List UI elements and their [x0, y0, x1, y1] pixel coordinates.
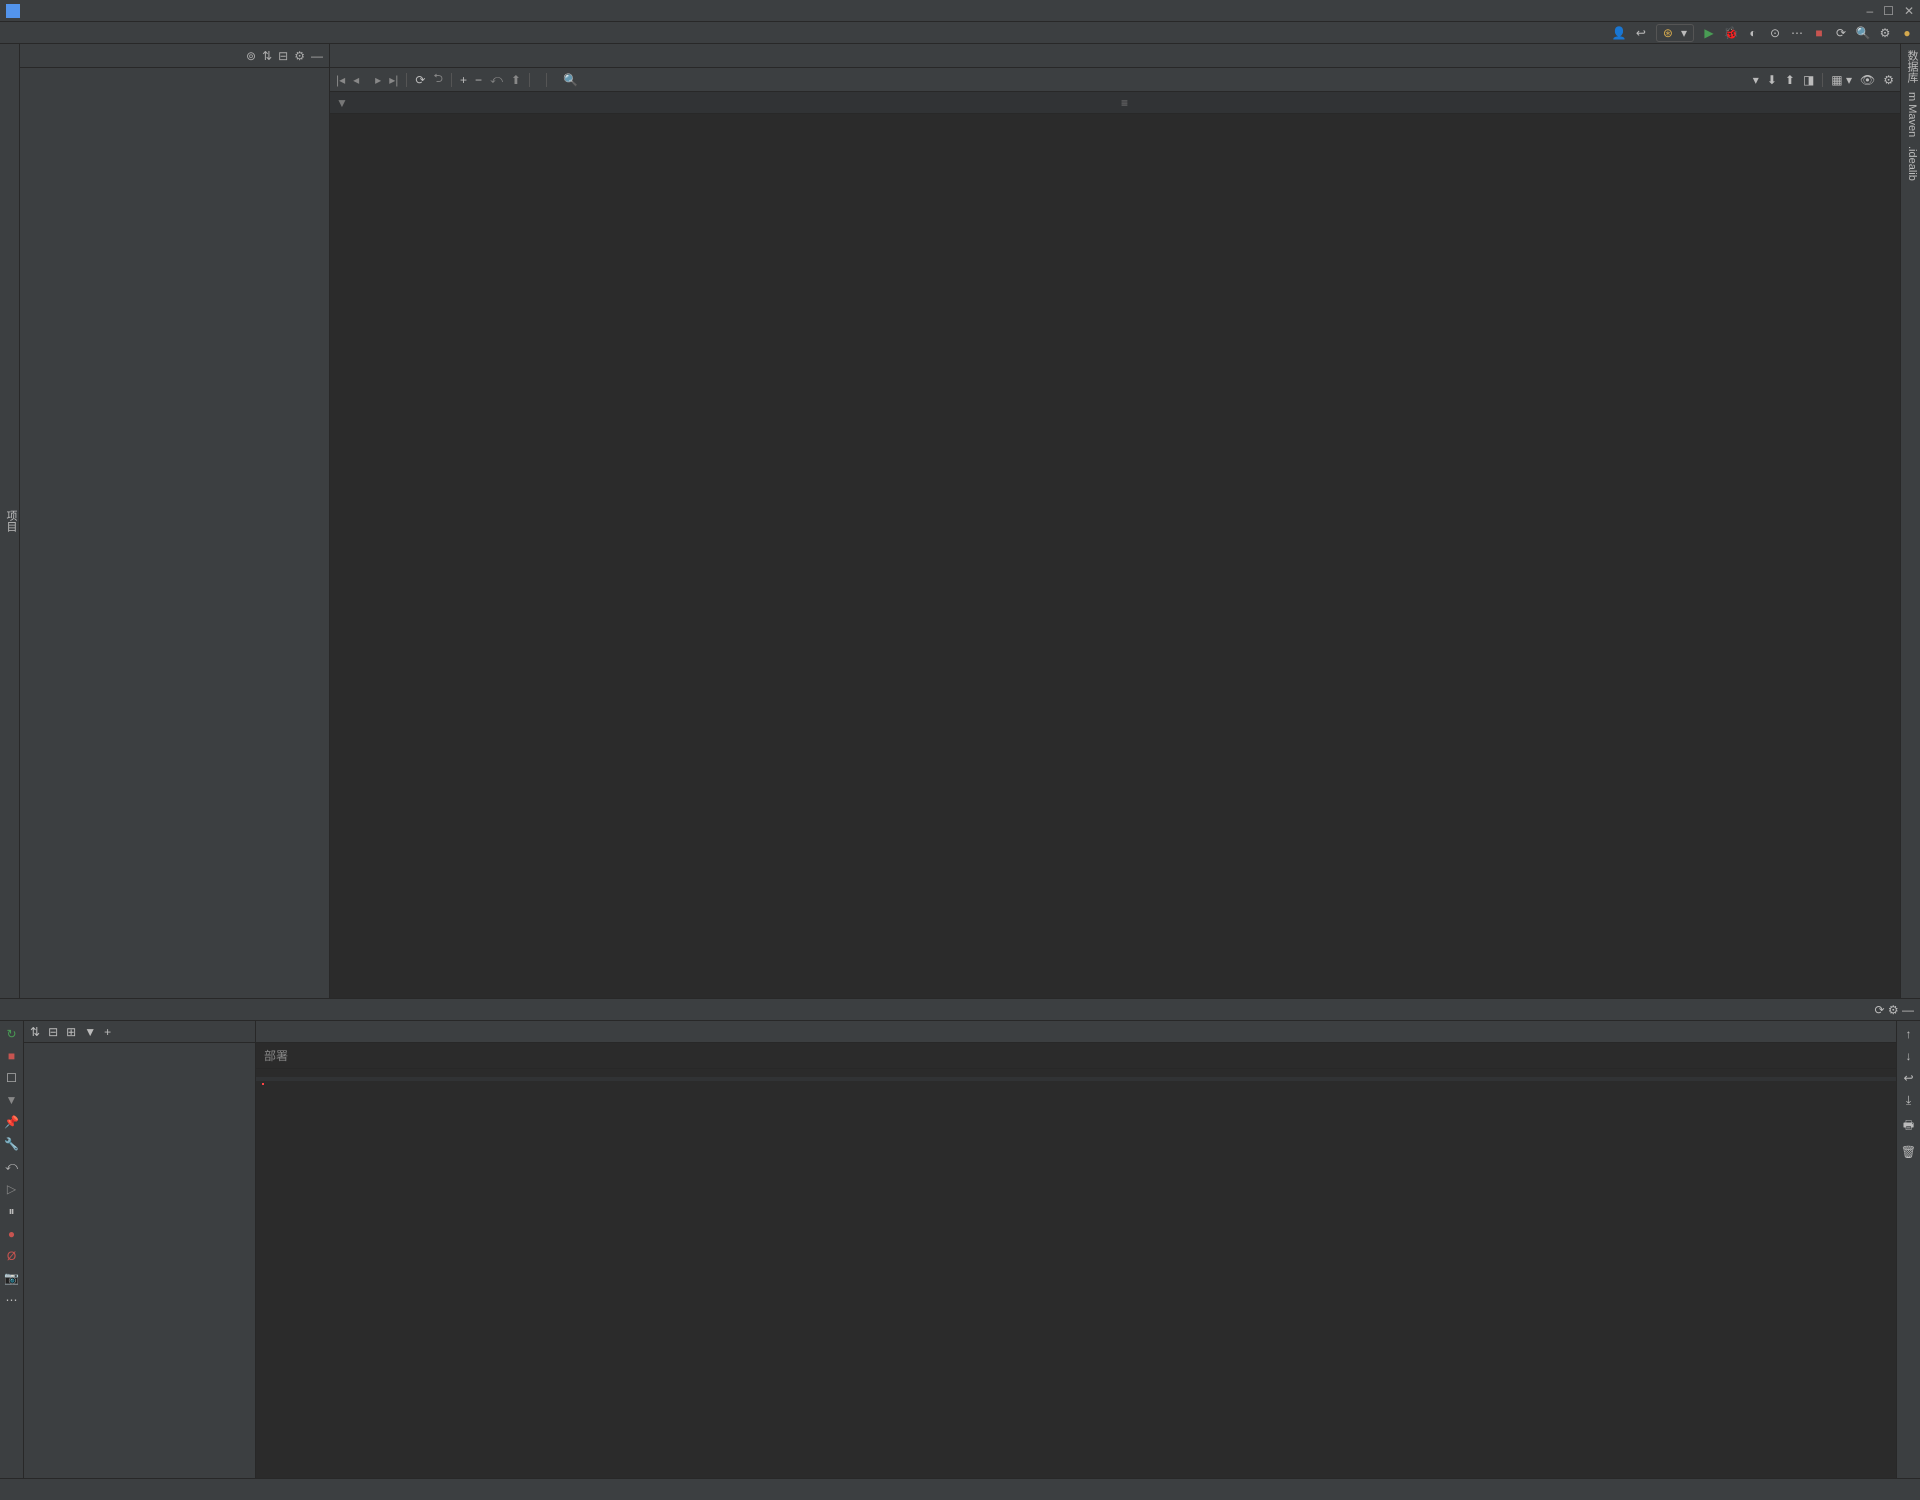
- services-tree[interactable]: [24, 1043, 255, 1478]
- left-tool-strip[interactable]: 项目: [0, 44, 20, 998]
- console[interactable]: [256, 1081, 1896, 1478]
- scroll-up-icon[interactable]: ↑: [1906, 1027, 1912, 1041]
- profile-icon[interactable]: ⊙: [1768, 26, 1782, 40]
- services-gutter: ↻ ■ ☐ ▼ 📌 🔧 ⤺ ▷ ⏸ ● Ø 📷 ⋯: [0, 1021, 24, 1478]
- clone-icon[interactable]: ◨: [1803, 73, 1814, 87]
- run-config-dropdown[interactable]: ⊛ ▾: [1656, 24, 1694, 42]
- scroll-end-icon[interactable]: ⤓: [1906, 1093, 1911, 1108]
- right-tool-strip[interactable]: 数据库 m Maven .idealib: [1900, 44, 1920, 998]
- reload-icon[interactable]: ⟳: [415, 73, 425, 87]
- coverage-icon[interactable]: ◐: [1746, 26, 1760, 40]
- hide-icon[interactable]: —: [311, 49, 323, 63]
- delete-row-icon[interactable]: −: [475, 73, 482, 87]
- more-icon[interactable]: ⋯: [6, 1293, 18, 1307]
- commit-icon[interactable]: ⬆: [511, 73, 521, 87]
- user-icon[interactable]: 👤: [1612, 26, 1626, 40]
- filter-row: ▼ ≡: [330, 92, 1900, 114]
- expand-icon[interactable]: ⇅: [262, 49, 272, 63]
- prev-icon[interactable]: ▷: [7, 1182, 16, 1196]
- stop-icon[interactable]: ■: [8, 1049, 15, 1063]
- down-icon[interactable]: ▼: [6, 1093, 18, 1107]
- export-format[interactable]: ▾: [1753, 73, 1759, 87]
- back-icon[interactable]: ↩: [1634, 26, 1648, 40]
- prev-page-icon[interactable]: ◂: [353, 73, 359, 87]
- gear-icon[interactable]: ⚙: [1883, 73, 1894, 87]
- revert-icon[interactable]: ⤺: [5, 1159, 18, 1174]
- mute-bp-icon[interactable]: Ø: [7, 1249, 16, 1263]
- debug-icon[interactable]: 🐞: [1724, 26, 1738, 40]
- update-icon[interactable]: ⟳: [1834, 26, 1848, 40]
- camera-icon[interactable]: 📷: [4, 1271, 19, 1285]
- console-gutter: ↑ ↓ ↩ ⤓ 🖶 🗑: [1896, 1021, 1920, 1478]
- target-icon[interactable]: ⊚: [246, 49, 256, 63]
- last-page-icon[interactable]: ▸|: [389, 73, 398, 87]
- minimize-icon[interactable]: ‒: [1866, 4, 1873, 18]
- wrap-icon[interactable]: ↩: [1903, 1071, 1913, 1085]
- gear-icon[interactable]: ⚙: [1888, 1003, 1899, 1017]
- add-icon[interactable]: +: [104, 1025, 111, 1039]
- import-icon[interactable]: ⬆: [1785, 73, 1795, 87]
- editor-tabs: [330, 44, 1900, 68]
- view-icon[interactable]: 👁: [1860, 73, 1875, 87]
- expand-all-icon[interactable]: ⇅: [30, 1025, 40, 1039]
- filter-icon[interactable]: ▼: [336, 96, 348, 110]
- breakpoint-icon[interactable]: ●: [8, 1227, 15, 1241]
- search-icon[interactable]: 🔍: [1856, 26, 1870, 40]
- search-db-icon[interactable]: 🔍: [563, 73, 578, 87]
- collapse-all-icon[interactable]: ⊟: [48, 1025, 58, 1039]
- data-grid[interactable]: [330, 114, 1900, 998]
- group-icon[interactable]: ⊞: [66, 1025, 76, 1039]
- tomcat-icon: ⊛: [1663, 26, 1673, 40]
- next-page-icon[interactable]: ▸: [375, 73, 381, 87]
- table-selector[interactable]: ▦ ▾: [1831, 73, 1852, 87]
- scroll-down-icon[interactable]: ↓: [1906, 1049, 1912, 1063]
- sort-icon[interactable]: ≡: [1121, 96, 1128, 110]
- maximize-icon[interactable]: ☐: [1883, 4, 1894, 18]
- project-header: ⊚ ⇅ ⊟ ⚙ —: [20, 44, 329, 68]
- attach-icon[interactable]: ⋯: [1790, 26, 1804, 40]
- app-logo: [6, 4, 20, 18]
- first-page-icon[interactable]: |◂: [336, 73, 345, 87]
- refresh-icon[interactable]: ⟳: [1874, 1003, 1884, 1017]
- titlebar: ‒ ☐ ✕: [0, 0, 1920, 22]
- bottom-toolbar: [0, 1478, 1920, 1500]
- deploy-section-label: 部署: [264, 1047, 288, 1064]
- main-area: 项目 ⊚ ⇅ ⊟ ⚙ — |◂ ◂ ▸ ▸| ⟳ ⮌ + −: [0, 44, 1920, 998]
- add-row-icon[interactable]: +: [460, 73, 467, 87]
- rollback-icon[interactable]: ⤺: [490, 72, 503, 87]
- rerun-icon[interactable]: ↻: [6, 1027, 16, 1041]
- dropdown-icon: ▾: [1681, 26, 1687, 40]
- deploy-icon[interactable]: ☐: [6, 1071, 17, 1085]
- navbar: 👤 ↩ ⊛ ▾ ▶ 🐞 ◐ ⊙ ⋯ ■ ⟳ 🔍 ⚙ ●: [0, 22, 1920, 44]
- services-header: ⟳ ⚙ —: [0, 999, 1920, 1021]
- export-icon[interactable]: ⬇: [1767, 73, 1777, 87]
- project-tree[interactable]: [20, 68, 329, 998]
- close-icon[interactable]: ✕: [1904, 4, 1914, 18]
- editor-area: |◂ ◂ ▸ ▸| ⟳ ⮌ + − ⤺ ⬆ 🔍 ▾ ⬇ ⬆ ◨ ▦ ▾ 👁: [330, 44, 1900, 998]
- tool-icon[interactable]: 🔧: [4, 1137, 19, 1151]
- services-tree-panel: ⇅ ⊟ ⊞ ▼ +: [24, 1021, 256, 1478]
- pin-icon[interactable]: 📌: [4, 1115, 19, 1129]
- settings-icon[interactable]: ⚙: [1878, 26, 1892, 40]
- pause-icon[interactable]: ⏸: [8, 1204, 14, 1219]
- print-icon[interactable]: 🖶: [1903, 1116, 1914, 1137]
- project-panel: ⊚ ⇅ ⊟ ⚙ —: [20, 44, 330, 998]
- services-output-area: 部署: [256, 1021, 1896, 1478]
- collapse-icon[interactable]: ⊟: [278, 49, 288, 63]
- revert-icon[interactable]: ⮌: [433, 69, 443, 90]
- db-toolbar: |◂ ◂ ▸ ▸| ⟳ ⮌ + − ⤺ ⬆ 🔍 ▾ ⬇ ⬆ ◨ ▦ ▾ 👁: [330, 68, 1900, 92]
- hide-icon[interactable]: —: [1902, 1003, 1914, 1017]
- avatar-icon[interactable]: ●: [1900, 26, 1914, 40]
- run-icon[interactable]: ▶: [1702, 26, 1716, 40]
- services-panel: ⟳ ⚙ — ↻ ■ ☐ ▼ 📌 🔧 ⤺ ▷ ⏸ ● Ø 📷 ⋯ ⇅ ⊟ ⊞ ▼: [0, 998, 1920, 1478]
- stop-icon[interactable]: ■: [1812, 26, 1826, 40]
- filter-icon[interactable]: ▼: [84, 1025, 96, 1039]
- window-controls: ‒ ☐ ✕: [1866, 4, 1914, 18]
- gear-icon[interactable]: ⚙: [294, 49, 305, 63]
- clear-icon[interactable]: 🗑: [1901, 1145, 1916, 1159]
- deploy-status: 部署: [256, 1043, 1896, 1069]
